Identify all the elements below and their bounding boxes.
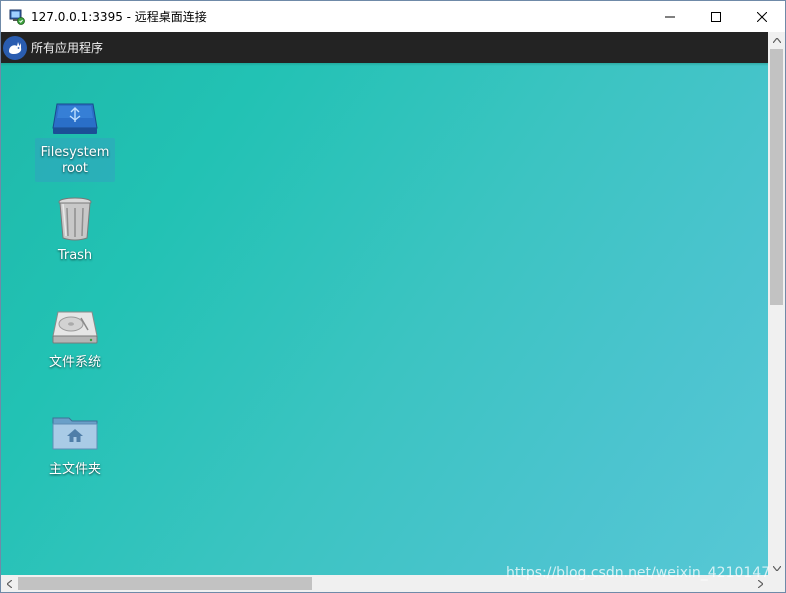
scroll-left-button[interactable]	[1, 575, 18, 592]
desktop-icon-filesystem-root[interactable]: Filesystem root	[35, 92, 115, 180]
scrollbar-corner	[768, 575, 785, 592]
chevron-right-icon	[758, 579, 763, 588]
desktop-icon-label: root	[61, 161, 89, 176]
chevron-up-icon	[772, 38, 781, 43]
desktop-icon-file-system[interactable]: 文件系统	[35, 302, 115, 374]
trash-icon	[51, 195, 99, 243]
horizontal-scrollbar[interactable]	[1, 575, 769, 592]
home-folder-icon	[51, 409, 99, 457]
close-icon	[757, 11, 767, 22]
hard-drive-icon	[51, 302, 99, 350]
remote-desktop-area[interactable]: 所有应用程序 Filesystem root Trash 文件系统 主文件夹	[1, 32, 769, 577]
title-bar[interactable]: 127.0.0.1:3395 - 远程桌面连接	[1, 1, 785, 32]
panel-shadow	[1, 63, 769, 66]
desktop-icon-home-folder[interactable]: 主文件夹	[35, 409, 115, 481]
home-folder-label-wrap: 主文件夹	[46, 461, 104, 481]
filesystem-root-label-wrap: Filesystem root	[38, 144, 113, 180]
vertical-scroll-thumb[interactable]	[770, 49, 783, 305]
file-system-label-wrap: 文件系统	[46, 354, 104, 374]
chevron-left-icon	[7, 579, 12, 588]
applications-menu-button[interactable]: 所有应用程序	[1, 32, 109, 63]
scroll-right-button[interactable]	[752, 575, 769, 592]
maximize-icon	[711, 11, 721, 22]
minimize-icon	[665, 16, 675, 17]
scroll-up-button[interactable]	[768, 32, 785, 49]
desktop-icon-trash[interactable]: Trash	[35, 195, 115, 267]
horizontal-scroll-thumb[interactable]	[18, 577, 312, 590]
vertical-scrollbar[interactable]	[768, 32, 785, 577]
minimize-button[interactable]	[647, 1, 693, 32]
maximize-button[interactable]	[693, 1, 739, 32]
remote-desktop-icon	[9, 9, 25, 25]
applications-menu-label: 所有应用程序	[31, 41, 104, 55]
desktop-icon-label: 主文件夹	[48, 462, 101, 477]
desktop-icon-label: 文件系统	[48, 355, 101, 370]
close-button[interactable]	[739, 1, 785, 32]
top-panel: 所有应用程序	[1, 32, 769, 63]
drive-usb-icon	[51, 92, 99, 140]
desktop-icon-label: Filesystem	[40, 145, 110, 160]
window-title: 127.0.0.1:3395 - 远程桌面连接	[31, 10, 207, 24]
trash-label-wrap: Trash	[55, 247, 95, 267]
remote-desktop-window: 127.0.0.1:3395 - 远程桌面连接 所有应用程序 Filesyste…	[0, 0, 786, 593]
chevron-down-icon	[772, 566, 781, 571]
xfce-mouse-icon	[3, 35, 27, 60]
desktop-icon-label: Trash	[57, 248, 93, 263]
